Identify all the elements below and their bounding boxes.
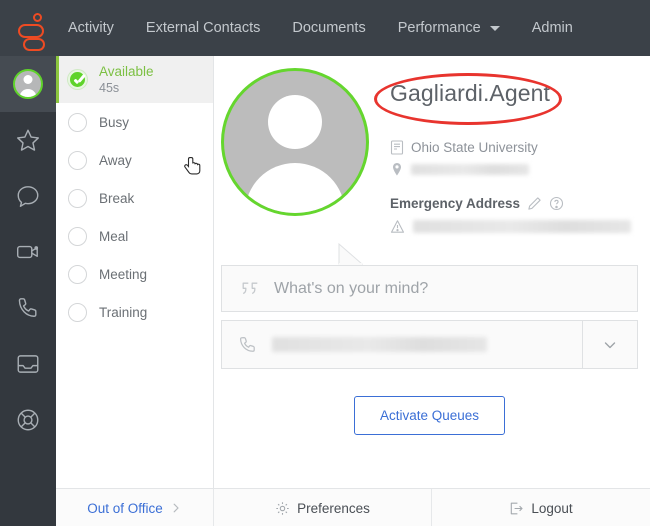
- status-item-meeting[interactable]: Meeting: [56, 255, 213, 293]
- rail-item-video[interactable]: [0, 224, 56, 280]
- inbox-icon: [15, 351, 41, 377]
- building-icon: [390, 140, 404, 155]
- chevron-right-icon: [170, 502, 182, 514]
- profile-department-row: Ohio State University: [390, 140, 538, 155]
- location-pin-icon: [390, 162, 404, 177]
- radio-circle-icon: [68, 264, 87, 284]
- rail-item-help[interactable]: [0, 392, 56, 448]
- status-item-meal[interactable]: Meal: [56, 217, 213, 255]
- left-icon-rail: [0, 56, 56, 526]
- avatar-icon: [13, 69, 43, 99]
- status-item-available[interactable]: Available 45s: [56, 56, 213, 103]
- nav-links: Activity External Contacts Documents Per…: [56, 0, 589, 56]
- quote-icon: [240, 281, 260, 297]
- genesys-logo-icon[interactable]: [0, 0, 56, 56]
- nav-item-label: Admin: [531, 20, 573, 36]
- status-item-busy[interactable]: Busy: [56, 103, 213, 141]
- activate-queues-label: Activate Queues: [379, 408, 480, 423]
- nav-item-label: Activity: [68, 20, 114, 36]
- rail-item-inbox[interactable]: [0, 336, 56, 392]
- nav-item-performance[interactable]: Performance: [382, 0, 516, 56]
- nav-item-admin[interactable]: Admin: [516, 0, 589, 56]
- rail-item-chat[interactable]: [0, 168, 56, 224]
- radio-circle-icon: [68, 150, 87, 170]
- avatar-head: [23, 75, 33, 84]
- emergency-address-redacted: [413, 220, 631, 233]
- avatar-head: [268, 95, 322, 149]
- star-icon: [15, 127, 41, 153]
- status-item-duration: 45s: [99, 81, 120, 95]
- mouse-cursor-pointer: [184, 157, 201, 175]
- status-item-break[interactable]: Break: [56, 179, 213, 217]
- phone-icon: [238, 335, 258, 355]
- logout-icon: [509, 501, 524, 516]
- status-item-label: Break: [99, 190, 135, 206]
- emergency-address-label: Emergency Address: [390, 196, 521, 211]
- radio-circle-icon: [68, 302, 87, 322]
- status-list-panel: Available 45s Busy Away Break Meal Meeti…: [56, 56, 214, 488]
- status-item-text: Available 45s: [99, 64, 154, 95]
- check-circle-icon: [68, 70, 87, 89]
- avatar-body: [245, 163, 345, 213]
- nav-item-external-contacts[interactable]: External Contacts: [130, 0, 276, 56]
- preferences-button[interactable]: Preferences: [214, 489, 432, 526]
- emergency-address-label-row: Emergency Address: [390, 196, 564, 211]
- chat-bubble-icon: [15, 183, 41, 209]
- emergency-address-value-row: [390, 219, 631, 234]
- status-item-label: Available: [99, 64, 154, 79]
- phone-dropdown-button[interactable]: [582, 321, 637, 368]
- phone-icon: [15, 295, 41, 321]
- logo-pill-upper: [18, 24, 44, 38]
- rail-item-favorites[interactable]: [0, 112, 56, 168]
- status-item-label: Meal: [99, 228, 129, 244]
- gear-icon: [275, 501, 290, 516]
- status-item-label: Training: [99, 304, 148, 320]
- activate-queues-button[interactable]: Activate Queues: [354, 396, 505, 435]
- help-question-icon[interactable]: [549, 196, 564, 211]
- profile-location-row: [390, 162, 529, 177]
- logout-label: Logout: [531, 500, 573, 516]
- nav-item-activity[interactable]: Activity: [56, 0, 130, 56]
- phone-number-redacted: [272, 337, 487, 352]
- phone-selector[interactable]: [221, 320, 638, 369]
- pencil-edit-icon[interactable]: [527, 196, 542, 211]
- chevron-down-icon: [602, 337, 618, 353]
- status-item-label: Meeting: [99, 266, 148, 282]
- nav-item-label: Performance: [397, 20, 481, 36]
- status-item-training[interactable]: Training: [56, 293, 213, 331]
- radio-circle-icon: [68, 188, 87, 208]
- logout-button[interactable]: Logout: [432, 489, 650, 526]
- rail-item-profile[interactable]: [0, 56, 56, 112]
- warning-triangle-icon: [390, 219, 405, 234]
- out-of-office-label: Out of Office: [87, 500, 163, 516]
- out-of-office-button[interactable]: Out of Office: [56, 489, 214, 526]
- phone-selector-value[interactable]: [222, 335, 582, 355]
- status-item-label: Away: [99, 152, 132, 168]
- radio-circle-icon: [68, 226, 87, 246]
- chevron-down-icon: [489, 25, 500, 31]
- rail-item-calls[interactable]: [0, 280, 56, 336]
- radio-circle-icon: [68, 112, 87, 132]
- lifebuoy-icon: [15, 407, 41, 433]
- profile-department: Ohio State University: [411, 140, 538, 155]
- logo-pill-lower: [23, 38, 45, 51]
- main-content: Gagliardi.Agent Ohio State University Em…: [215, 56, 650, 488]
- nav-item-label: Documents: [292, 20, 366, 36]
- speech-bubble-tail: [337, 243, 363, 265]
- top-navigation-bar: Activity External Contacts Documents Per…: [0, 0, 650, 56]
- status-update-placeholder: What's on your mind?: [274, 279, 429, 297]
- video-camera-icon: [15, 239, 41, 265]
- footer-bar: Out of Office Preferences Logout: [56, 488, 650, 526]
- profile-avatar[interactable]: [221, 68, 369, 216]
- profile-name: Gagliardi.Agent: [390, 80, 551, 106]
- status-update-input[interactable]: What's on your mind?: [221, 265, 638, 312]
- preferences-label: Preferences: [297, 500, 370, 516]
- avatar-body: [19, 89, 37, 97]
- nav-item-label: External Contacts: [145, 20, 261, 36]
- status-item-label: Busy: [99, 114, 130, 130]
- logo-dot: [33, 13, 42, 22]
- nav-item-documents[interactable]: Documents: [276, 0, 381, 56]
- agent-status-window: Activity External Contacts Documents Per…: [0, 0, 650, 526]
- profile-location-redacted: [411, 164, 529, 175]
